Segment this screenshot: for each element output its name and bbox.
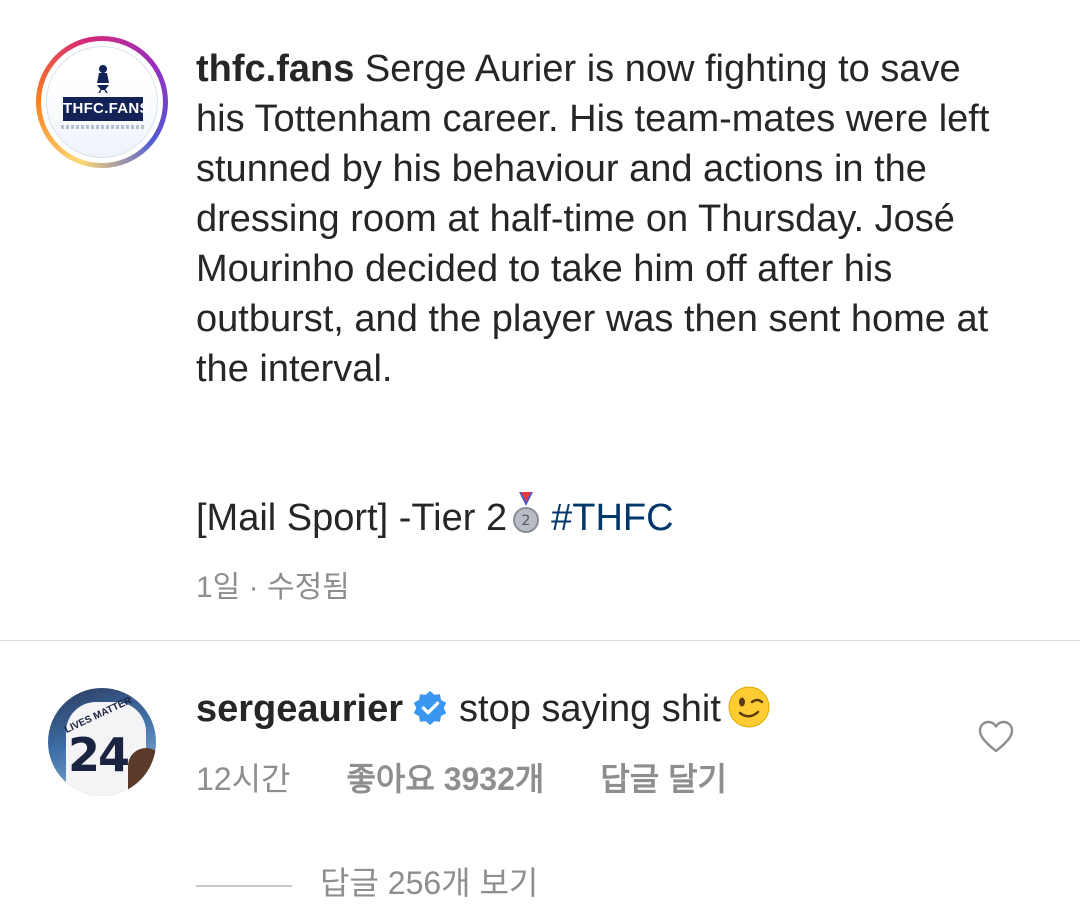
hashtag-link[interactable]: #THFC	[551, 497, 673, 539]
comment-time: 12시간	[196, 761, 291, 797]
comment-likes-count[interactable]: 좋아요 3932개	[346, 761, 544, 797]
source-text: [Mail Sport] -Tier 2	[196, 497, 508, 539]
comment-text: stop saying shit	[459, 688, 721, 730]
logo-subtext	[61, 125, 145, 129]
divider	[0, 640, 1080, 641]
story-ring[interactable]: THFC.FANS	[36, 36, 168, 168]
comment: sergeaurier stop saying shit	[196, 684, 956, 734]
caption-tagline: [Mail Sport] -Tier 2 2 #THFC	[196, 492, 1016, 543]
reply-button[interactable]: 답글 달기	[600, 761, 727, 797]
comment-author-username[interactable]: sergeaurier	[196, 688, 403, 730]
post-time: 1일	[196, 571, 241, 604]
avatar[interactable]: THFC.FANS	[46, 46, 158, 158]
post-caption: thfc.fans Serge Aurier is now fighting t…	[196, 44, 1016, 394]
player-arm	[128, 748, 156, 796]
comment-meta: 12시간 좋아요 3932개 답글 달기	[196, 754, 783, 800]
second-place-medal-icon: 2	[513, 492, 540, 533]
post-meta: 1일 · 수정됨	[196, 562, 350, 606]
logo-badge: THFC.FANS	[63, 97, 150, 121]
caption-text: Serge Aurier is now fighting to save his…	[196, 48, 990, 390]
avatar-border: THFC.FANS	[41, 41, 163, 163]
edited-label: 수정됨	[266, 571, 350, 604]
replies-line	[196, 884, 292, 887]
heart-icon[interactable]	[978, 720, 1014, 754]
winking-face-icon	[728, 686, 770, 728]
post-caption-section: THFC.FANS thfc.fans Serge Aurier is now …	[0, 0, 1080, 640]
meta-separator: ·	[248, 571, 259, 604]
jersey-number: 24	[68, 728, 130, 782]
view-replies[interactable]: 답글 256개 보기	[196, 858, 538, 904]
verified-badge-icon	[413, 690, 447, 726]
comment-avatar[interactable]: LIVES MATTER 24	[48, 688, 156, 796]
cockerel-logo-icon	[97, 65, 109, 93]
post-author-username[interactable]: thfc.fans	[196, 48, 354, 90]
svg-text:2: 2	[522, 513, 531, 529]
view-replies-label[interactable]: 답글 256개 보기	[320, 865, 538, 901]
